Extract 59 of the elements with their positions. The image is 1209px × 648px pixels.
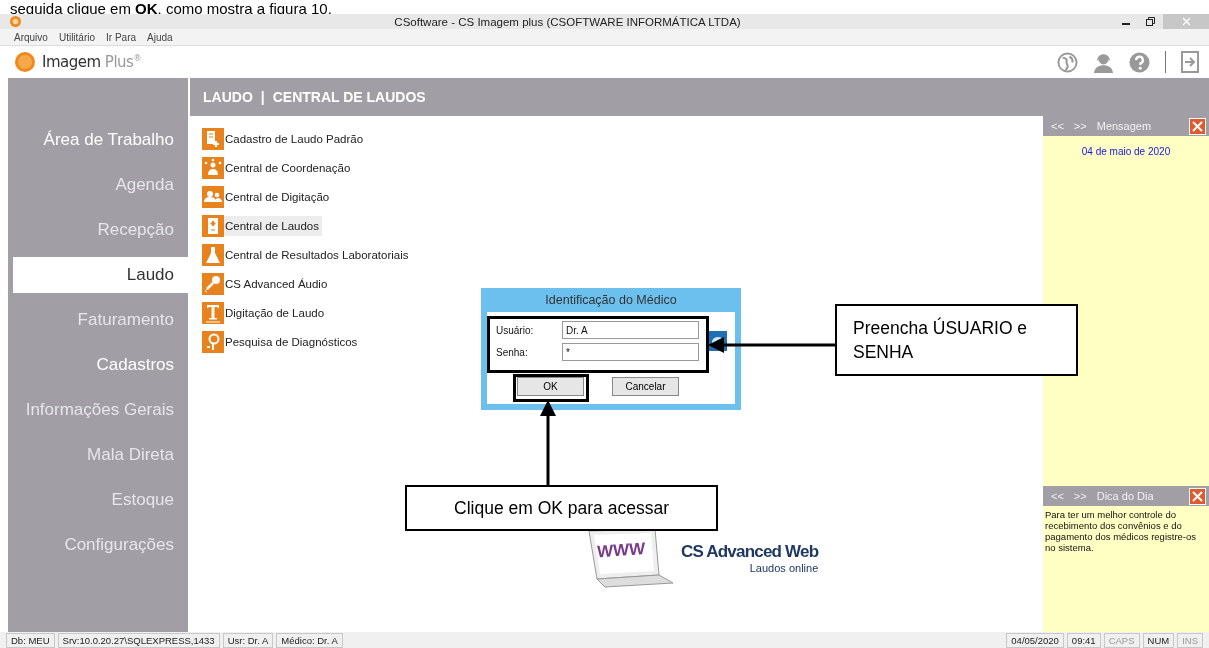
close-icon[interactable] [1189, 117, 1206, 135]
menu-item[interactable]: Ajuda [147, 31, 173, 43]
microphone-icon [202, 273, 224, 295]
status-indicator: 09:41 [1066, 632, 1101, 648]
message-date: 04 de maio de 2020 [1080, 146, 1172, 157]
module-link[interactable]: Central de Laudos [224, 216, 322, 236]
people-icon [202, 186, 224, 208]
status-indicator: 04/05/2020 [1006, 632, 1064, 648]
input-field[interactable]: Dr. A [562, 321, 699, 339]
text-t-icon [202, 302, 224, 324]
dialog-button[interactable]: Cancelar [612, 377, 679, 396]
tip-text: Para ter um melhor controle do recebimento dos convênios e do pagamento dos médicos registre-os no sistema. [1044, 508, 1198, 555]
module-link[interactable]: Digitação de Laudo [224, 303, 328, 323]
close-icon[interactable] [1189, 487, 1206, 505]
brand-name: Imagem Plus$^{®}$ [42, 53, 141, 71]
page-title: CENTRAL DE LAUDOS [272, 89, 426, 105]
callout-text: Preencha ÚSUARIO e SENHA [853, 316, 1029, 364]
menu-item[interactable]: Utilitário [58, 31, 96, 43]
status-field: Usr: Dr. A [222, 632, 274, 648]
callout-text: Clique em OK para acessar [454, 497, 669, 519]
exit-icon[interactable] [1181, 51, 1199, 73]
support-agent-icon[interactable] [1093, 51, 1114, 73]
module-link[interactable]: Central de Resultados Laboratoriais [224, 245, 412, 265]
restore-icon[interactable] [1146, 17, 1155, 26]
window-title: CSoftware - CS Imagem plus (CSOFTWARE INFORMÁTICA LTDA) [393, 15, 742, 28]
field-label: Senha: [496, 346, 529, 358]
dialog-button[interactable]: OK [517, 377, 584, 396]
medical-card-icon [202, 215, 224, 237]
dialog-title: Identificação do Médico [544, 292, 678, 309]
module-link[interactable]: Central de Coordenação [224, 158, 354, 178]
status-indicator: NUM [1142, 632, 1175, 648]
status-field: Db: MEU [6, 632, 55, 648]
menu-item[interactable]: Ir Para [106, 31, 137, 43]
menu-item[interactable]: Arquivo [14, 31, 48, 43]
help-icon[interactable] [1129, 51, 1150, 73]
magnifier-icon [202, 331, 224, 353]
breadcrumb-separator: | [260, 89, 265, 105]
close-icon [1181, 17, 1191, 26]
field-label: Usuário: [496, 324, 535, 336]
product-title: CS Advanced Web [681, 542, 819, 562]
app-logo-icon [10, 16, 21, 27]
person-network-icon [202, 157, 224, 179]
module-link[interactable]: Central de Digitação [224, 187, 333, 207]
module-link[interactable]: Cadastro de Laudo Padrão [224, 129, 367, 149]
panel-title: Dica do Dia [1096, 490, 1154, 502]
flask-icon [202, 244, 224, 266]
status-field: Médico: Dr. A [276, 632, 343, 648]
sidebar-item[interactable]: Laudo [13, 257, 188, 293]
module-link[interactable]: Pesquisa de Diagnósticos [224, 332, 361, 352]
panel-title: Mensagem [1096, 120, 1152, 132]
status-field: Srv:10.0.20.27\SQLEXPRESS,1433 [57, 632, 220, 648]
product-subtitle: Laudos online [749, 562, 819, 574]
input-field[interactable]: * [562, 343, 699, 361]
section-title: LAUDO [203, 89, 253, 105]
logo-icon [15, 52, 35, 72]
status-indicator: INS [1177, 632, 1203, 648]
module-link[interactable]: CS Advanced Áudio [224, 274, 331, 294]
document-plus-icon [202, 128, 224, 150]
status-indicator: CAPS [1103, 632, 1140, 648]
